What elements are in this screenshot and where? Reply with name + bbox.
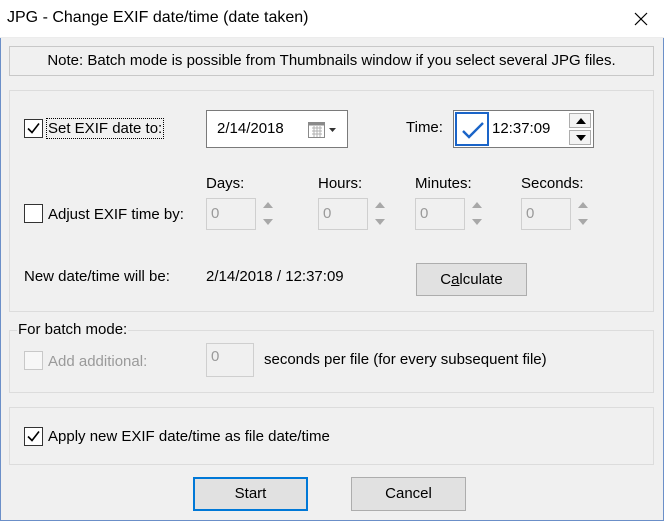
time-spinner[interactable]: [569, 113, 591, 145]
minutes-input[interactable]: 0: [415, 198, 465, 230]
start-label: Start: [234, 485, 267, 502]
start-button[interactable]: Start: [193, 477, 308, 511]
checkmark-icon: [27, 123, 40, 134]
arrow-up-icon: [576, 118, 586, 124]
time-label: Time:: [406, 119, 443, 136]
set-date-checkbox[interactable]: [24, 119, 43, 138]
hours-down-button[interactable]: [370, 215, 390, 230]
seconds-value: 0: [526, 205, 535, 222]
arrow-down-icon: [576, 135, 586, 141]
add-additional-label: Add additional:: [48, 353, 148, 370]
hours-value: 0: [323, 205, 332, 222]
days-down-button[interactable]: [258, 215, 278, 230]
calendar-dropdown-icon[interactable]: [308, 121, 338, 139]
days-up-button[interactable]: [258, 198, 278, 213]
minutes-down-button[interactable]: [467, 215, 487, 230]
hours-up-button[interactable]: [370, 198, 390, 213]
seconds-input[interactable]: 0: [521, 198, 571, 230]
arrow-up-icon: [263, 202, 273, 208]
calculate-label: Calculate: [440, 271, 503, 288]
arrow-down-icon: [578, 219, 588, 225]
minutes-spinner[interactable]: [467, 198, 487, 230]
additional-seconds-value: 0: [211, 348, 220, 365]
hours-input[interactable]: 0: [318, 198, 368, 230]
time-value: 12:37:09: [492, 120, 551, 137]
seconds-up-button[interactable]: [573, 198, 593, 213]
add-additional-checkbox[interactable]: [24, 351, 43, 370]
result-value: 2/14/2018 / 12:37:09: [206, 268, 344, 285]
close-icon: [634, 12, 648, 26]
batch-mode-label: For batch mode:: [17, 321, 129, 338]
cancel-button[interactable]: Cancel: [351, 477, 466, 511]
hours-label: Hours:: [318, 175, 363, 192]
batch-note: Note: Batch mode is possible from Thumbn…: [9, 46, 654, 76]
date-picker[interactable]: 2/14/2018: [206, 110, 348, 148]
date-value: 2/14/2018: [217, 120, 284, 137]
days-value: 0: [211, 205, 220, 222]
arrow-up-icon: [472, 202, 482, 208]
time-down-button[interactable]: [569, 130, 591, 145]
seconds-label: Seconds:: [521, 175, 584, 192]
checkmark-icon: [27, 431, 40, 442]
time-up-button[interactable]: [569, 113, 591, 128]
minutes-value: 0: [420, 205, 429, 222]
arrow-up-icon: [375, 202, 385, 208]
additional-seconds-input[interactable]: 0: [206, 343, 254, 377]
seconds-per-file-label: seconds per file (for every subsequent f…: [264, 351, 547, 368]
time-picker[interactable]: 12:37:09: [453, 110, 594, 148]
days-input[interactable]: 0: [206, 198, 256, 230]
checkmark-icon: [462, 122, 484, 139]
seconds-spinner[interactable]: [573, 198, 593, 230]
arrow-up-icon: [578, 202, 588, 208]
arrow-down-icon: [472, 219, 482, 225]
adjust-time-label: Adjust EXIF time by:: [48, 206, 184, 223]
result-label: New date/time will be:: [24, 268, 170, 285]
minutes-label: Minutes:: [415, 175, 472, 192]
title-bar: JPG - Change EXIF date/time (date taken): [0, 0, 664, 38]
adjust-time-checkbox[interactable]: [24, 204, 43, 223]
apply-file-date-label: Apply new EXIF date/time as file date/ti…: [48, 428, 330, 445]
days-label: Days:: [206, 175, 245, 192]
arrow-down-icon: [375, 219, 385, 225]
days-spinner[interactable]: [258, 198, 278, 230]
close-button[interactable]: [618, 0, 664, 38]
calculate-button[interactable]: Calculate: [416, 263, 527, 296]
set-date-label[interactable]: Set EXIF date to:: [45, 118, 165, 139]
apply-file-date-checkbox[interactable]: [24, 427, 43, 446]
hours-spinner[interactable]: [370, 198, 390, 230]
window-title: JPG - Change EXIF date/time (date taken): [7, 9, 309, 26]
arrow-down-icon: [263, 219, 273, 225]
minutes-up-button[interactable]: [467, 198, 487, 213]
time-checkbox[interactable]: [455, 112, 489, 146]
cancel-label: Cancel: [385, 485, 432, 502]
seconds-down-button[interactable]: [573, 215, 593, 230]
